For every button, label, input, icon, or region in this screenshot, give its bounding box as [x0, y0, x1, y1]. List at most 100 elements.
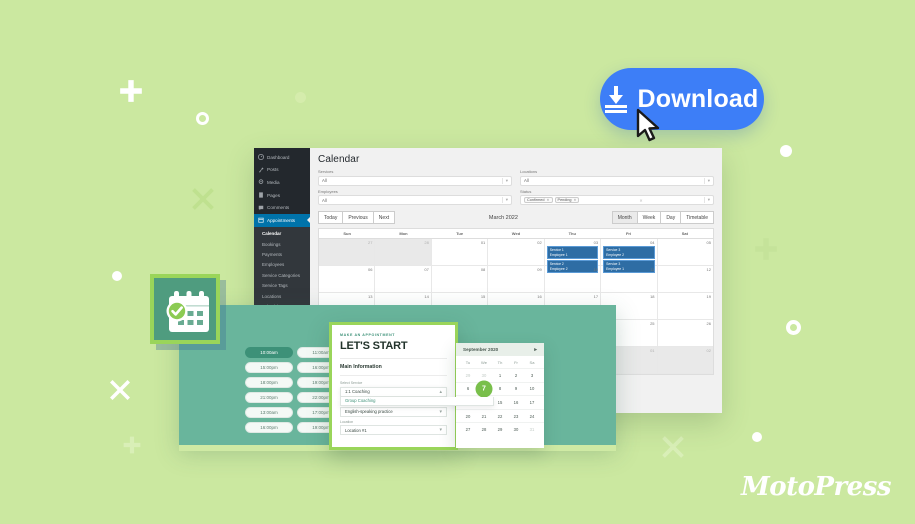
- mini-calendar-day[interactable]: 8: [492, 383, 508, 396]
- sidebar-item-appointments[interactable]: Appointments: [254, 214, 310, 227]
- next-button[interactable]: Next: [373, 211, 395, 224]
- calendar-day-cell[interactable]: 10: [545, 266, 601, 292]
- calendar-day-cell[interactable]: 05: [658, 239, 713, 265]
- mini-calendar-day[interactable]: 6: [460, 383, 476, 396]
- status-filter-select[interactable]: Confirmed✕Pending✕ ✕ ▾: [520, 195, 714, 205]
- status-tag[interactable]: Pending✕: [555, 197, 580, 204]
- select-service-option[interactable]: Group Coaching: [340, 397, 494, 407]
- calendar-month-title: March 2022: [395, 215, 612, 221]
- calendar-day-cell[interactable]: 01: [432, 239, 488, 265]
- calendar-day-cell[interactable]: 06: [319, 266, 375, 292]
- calendar-day-cell[interactable]: 26: [658, 320, 713, 346]
- status-tags: Confirmed✕Pending✕: [524, 197, 581, 204]
- mini-calendar-day[interactable]: 21: [476, 410, 492, 423]
- page-root: Download Dashboard PostsMediaPagesComment…: [0, 0, 915, 524]
- mini-calendar-selected-day[interactable]: 7: [476, 383, 492, 396]
- sidebar-item-comments[interactable]: Comments: [254, 201, 310, 214]
- calendar-day-cell[interactable]: 02: [488, 239, 544, 265]
- previous-button[interactable]: Previous: [342, 211, 372, 224]
- download-button[interactable]: Download: [600, 68, 764, 130]
- mini-calendar-day[interactable]: 1: [492, 369, 508, 382]
- time-slot[interactable]: 10:00am: [245, 347, 293, 358]
- calendar-day-cell[interactable]: 03Service 1Employee 1Service 2Employee 2: [545, 239, 601, 265]
- mini-calendar-day-header: We: [476, 356, 492, 368]
- location-input[interactable]: Location #1 ▾: [340, 425, 447, 435]
- status-tag[interactable]: Confirmed✕: [524, 197, 553, 204]
- mini-calendar-day[interactable]: 17: [524, 396, 540, 409]
- comment-icon: [258, 205, 264, 211]
- group-coaching-input[interactable]: English-speaking practice ▾: [340, 407, 447, 417]
- mini-calendar-day[interactable]: 27: [460, 423, 476, 436]
- calendar-day-cell[interactable]: 04Service 3Employee 2Service 3Employee 1: [601, 239, 657, 265]
- calendar-day-cell[interactable]: 09: [488, 266, 544, 292]
- submenu-item-locations[interactable]: Locations: [254, 291, 310, 301]
- calendar-day-cell[interactable]: 08: [432, 266, 488, 292]
- calendar-day-cell[interactable]: 02: [658, 347, 713, 373]
- mini-calendar-day[interactable]: 22: [492, 410, 508, 423]
- sidebar-item-pages[interactable]: Pages: [254, 189, 310, 202]
- mini-calendar-day[interactable]: 24: [524, 410, 540, 423]
- calendar-day-cell[interactable]: 19: [658, 293, 713, 319]
- remove-tag-icon[interactable]: ✕: [547, 198, 550, 202]
- time-slot[interactable]: 16:00pm: [245, 422, 293, 433]
- sidebar-item-dashboard[interactable]: Dashboard: [254, 151, 310, 164]
- time-slot[interactable]: 15:00pm: [245, 362, 293, 373]
- sidebar-item-label: Dashboard: [267, 155, 289, 160]
- view-button-day[interactable]: Day: [660, 211, 680, 224]
- mini-calendar-day[interactable]: 31: [524, 423, 540, 436]
- sidebar-item-media[interactable]: Media: [254, 176, 310, 189]
- time-slot[interactable]: 21:00pm: [245, 392, 293, 403]
- mini-calendar-day[interactable]: 23: [508, 410, 524, 423]
- submenu-item-employees[interactable]: Employees: [254, 260, 310, 270]
- view-button-week[interactable]: Week: [637, 211, 661, 224]
- calendar-day-cell[interactable]: 11: [601, 266, 657, 292]
- calendar-day-cell[interactable]: 07: [375, 266, 431, 292]
- services-filter-select[interactable]: All ▾: [318, 176, 512, 186]
- calendar-day-cell[interactable]: 12: [658, 266, 713, 292]
- sidebar-item-posts[interactable]: Posts: [254, 164, 310, 177]
- mini-calendar-day[interactable]: 29: [492, 423, 508, 436]
- time-slot[interactable]: 13:00am: [245, 407, 293, 418]
- select-service-input[interactable]: 1:1 Coaching ▴: [340, 387, 447, 397]
- submenu-item-bookings[interactable]: Bookings: [254, 239, 310, 249]
- calendar-day-header: Sat: [657, 229, 713, 238]
- calendar-event[interactable]: Service 1Employee 1: [547, 246, 598, 259]
- mini-calendar-day[interactable]: 3: [524, 369, 540, 382]
- submenu-item-service-tags[interactable]: Service Tags: [254, 281, 310, 291]
- view-button-month[interactable]: Month: [612, 211, 637, 224]
- event-employee: Employee 1: [550, 253, 595, 258]
- calendar-day-cell[interactable]: 27: [319, 239, 375, 265]
- mini-calendar-day[interactable]: 28: [476, 423, 492, 436]
- mini-calendar-day[interactable]: 30: [508, 423, 524, 436]
- calendar-day-number: 12: [707, 267, 711, 272]
- submenu-item-service-categories[interactable]: Service Categories: [254, 270, 310, 280]
- employees-filter-select[interactable]: All ▾: [318, 195, 512, 205]
- mini-calendar-month: September 2020: [463, 347, 498, 352]
- submenu-item-calendar[interactable]: Calendar: [254, 229, 310, 239]
- decoration-circle: [752, 432, 762, 442]
- calendar-day-header: Sun: [319, 229, 375, 238]
- mini-calendar-day[interactable]: 15: [492, 396, 508, 409]
- pin-icon: [258, 167, 264, 173]
- mini-calendar-day[interactable]: 10: [524, 383, 540, 396]
- mini-calendar-day[interactable]: 9: [508, 383, 524, 396]
- mini-calendar-day[interactable]: 2: [508, 369, 524, 382]
- mini-calendar-day[interactable]: 29: [460, 369, 476, 382]
- submenu-item-payments[interactable]: Payments: [254, 249, 310, 259]
- mini-calendar-day[interactable]: 20: [460, 410, 476, 423]
- today-button[interactable]: Today: [318, 211, 342, 224]
- calendar-day-number: 09: [537, 267, 541, 272]
- view-button-timetable[interactable]: Timetable: [680, 211, 714, 224]
- chevron-right-icon[interactable]: ▸: [534, 347, 537, 353]
- decoration-circle: [112, 271, 122, 281]
- calendar-day-cell[interactable]: 28: [375, 239, 431, 265]
- time-slot[interactable]: 18:00pm: [245, 377, 293, 388]
- remove-tag-icon[interactable]: ✕: [573, 198, 576, 202]
- mini-calendar-day[interactable]: 16: [508, 396, 524, 409]
- decoration-circle: [780, 145, 792, 157]
- locations-filter-select[interactable]: All ▾: [520, 176, 714, 186]
- download-icon: [605, 86, 627, 112]
- page-title: Calendar: [318, 154, 714, 165]
- clear-icon[interactable]: ✕: [639, 198, 645, 203]
- calendar-event[interactable]: Service 3Employee 2: [603, 246, 654, 259]
